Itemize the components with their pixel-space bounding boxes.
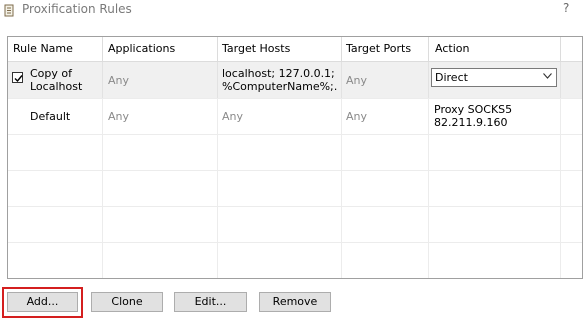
title-bar: Proxification Rules ? (0, 0, 584, 22)
remove-button[interactable]: Remove (259, 292, 331, 312)
rule-target-ports: Any (346, 74, 368, 87)
action-dropdown-value: Direct (435, 71, 468, 84)
rule-applications: Any (108, 74, 130, 87)
clone-button[interactable]: Clone (91, 292, 163, 312)
rule-applications: Any (108, 110, 130, 123)
rule-name: Copy of Localhost (30, 67, 83, 93)
column-header-target-ports[interactable]: Target Ports (346, 42, 411, 55)
column-header-action[interactable]: Action (435, 42, 469, 55)
table-header: Rule Name Applications Target Hosts Targ… (8, 37, 582, 62)
rule-target-hosts: Any (222, 110, 244, 123)
rule-name: Default (30, 110, 71, 123)
chevron-down-icon (543, 73, 552, 79)
scroll-icon (4, 4, 14, 17)
help-button[interactable]: ? (563, 1, 569, 15)
action-dropdown[interactable]: Direct (431, 68, 557, 87)
rule-target-hosts: localhost; 127.0.0.1; %ComputerName%;… (222, 67, 338, 93)
rule-action: Proxy SOCKS5 82.211.9.160 (434, 103, 513, 129)
column-header-rule-name[interactable]: Rule Name (13, 42, 73, 55)
rule-target-ports: Any (346, 110, 368, 123)
add-button[interactable]: Add... (7, 292, 78, 312)
rules-table: Rule Name Applications Target Hosts Targ… (7, 36, 583, 279)
column-header-applications[interactable]: Applications (108, 42, 175, 55)
rule-enabled-checkbox[interactable] (12, 72, 23, 83)
column-header-target-hosts[interactable]: Target Hosts (222, 42, 290, 55)
edit-button[interactable]: Edit... (174, 292, 247, 312)
window-title: Proxification Rules (22, 2, 132, 16)
checkmark-icon (14, 75, 23, 83)
